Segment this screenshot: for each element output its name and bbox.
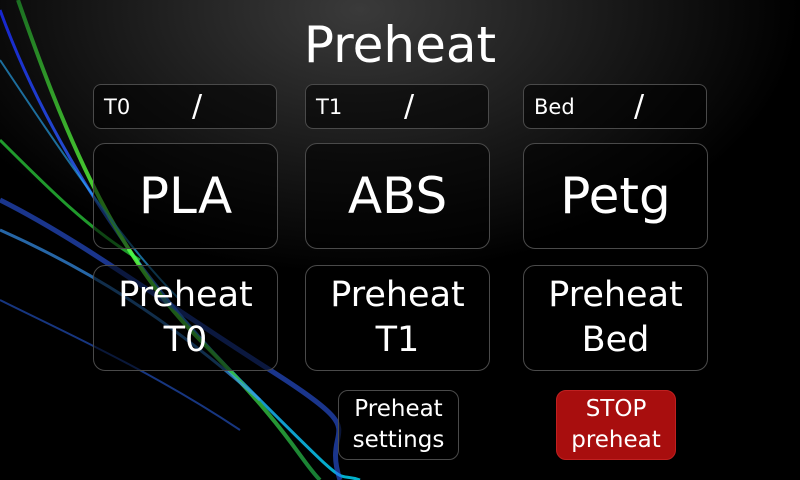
preheat-bed-line2: Bed	[581, 320, 650, 360]
abs-button[interactable]: ABS	[305, 143, 490, 249]
t1-separator: /	[404, 89, 415, 124]
bed-temperature-display: Bed /	[523, 84, 707, 129]
preheat-t0-line1: Preheat	[118, 275, 253, 315]
bed-separator: /	[634, 89, 645, 124]
settings-line1: Preheat	[354, 396, 443, 422]
stop-line2: preheat	[571, 427, 661, 453]
bed-label: Bed	[534, 95, 575, 119]
stop-line1: STOP	[585, 396, 647, 422]
t0-label: T0	[104, 95, 131, 119]
preheat-t0-line2: T0	[163, 320, 208, 360]
preheat-bed-line1: Preheat	[548, 275, 683, 315]
settings-line2: settings	[352, 427, 445, 453]
page-title: Preheat	[303, 16, 497, 74]
preheat-settings-button[interactable]: Preheat settings	[338, 390, 459, 460]
preheat-t0-button[interactable]: Preheat T0	[93, 265, 278, 371]
preheat-t1-button[interactable]: Preheat T1	[305, 265, 490, 371]
preheat-bed-button[interactable]: Preheat Bed	[523, 265, 708, 371]
pla-button[interactable]: PLA	[93, 143, 278, 249]
preheat-t1-line1: Preheat	[330, 275, 465, 315]
t0-temperature-display: T0 /	[93, 84, 277, 129]
preheat-t1-line2: T1	[375, 320, 420, 360]
petg-button[interactable]: Petg	[523, 143, 708, 249]
stop-preheat-button[interactable]: STOP preheat	[556, 390, 676, 460]
t1-temperature-display: T1 /	[305, 84, 489, 129]
t0-separator: /	[192, 89, 203, 124]
t1-label: T1	[316, 95, 343, 119]
